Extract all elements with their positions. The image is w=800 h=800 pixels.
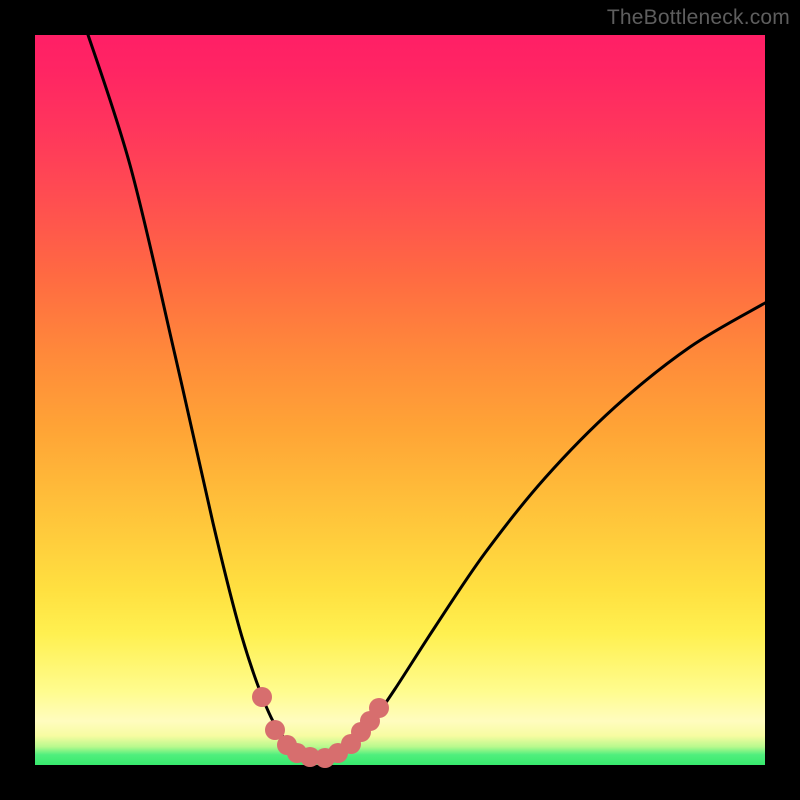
watermark-text: TheBottleneck.com — [607, 6, 790, 30]
plot-area — [35, 35, 765, 765]
outer-frame: TheBottleneck.com — [0, 0, 800, 800]
marker-point — [369, 698, 389, 718]
curve-markers — [252, 687, 389, 768]
chart-svg — [35, 35, 765, 765]
marker-point — [252, 687, 272, 707]
bottleneck-curve — [83, 20, 765, 759]
